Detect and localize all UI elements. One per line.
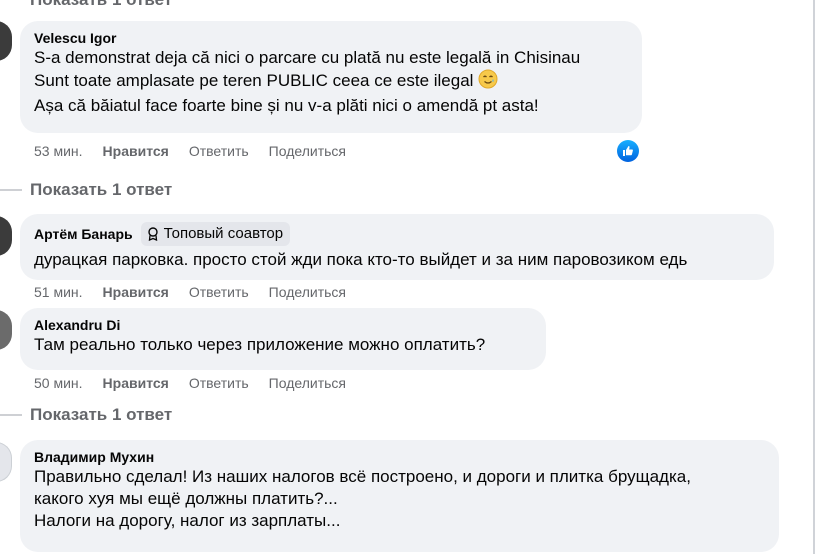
share-button[interactable]: Поделиться	[269, 284, 346, 300]
view-replies-row: Показать 1 ответ	[0, 405, 172, 425]
view-replies-link[interactable]: Показать 1 ответ	[30, 405, 172, 425]
comment-bubble: Alexandru Di Там реально только через пр…	[20, 308, 546, 370]
comment-author[interactable]: Velescu Igor	[34, 29, 628, 47]
avatar[interactable]	[0, 21, 12, 61]
comment-actions: 53 мин. Нравится Ответить Поделиться	[34, 143, 346, 159]
comment-actions: 50 мин. Нравится Ответить Поделиться	[34, 375, 346, 391]
scrollbar-thumb[interactable]	[813, 0, 815, 554]
comment-author[interactable]: Артём Банарь	[34, 225, 133, 243]
comment-time[interactable]: 53 мин.	[34, 143, 83, 159]
reply-button[interactable]: Ответить	[189, 375, 249, 391]
reply-button[interactable]: Ответить	[189, 284, 249, 300]
comment-bubble: Владимир Мухин Правильно сделал! Из наши…	[20, 440, 779, 552]
like-button[interactable]: Нравится	[103, 143, 169, 159]
comment-text-line: какого хуя мы ещё должны платить?...	[34, 489, 338, 508]
avatar[interactable]	[0, 216, 12, 256]
view-replies-link-partial[interactable]: Показать 1 ответ	[30, 0, 172, 10]
comment-text-line: S-a demonstrat deja că nici o parcare cu…	[34, 48, 581, 67]
like-reaction-icon[interactable]	[617, 140, 639, 162]
share-button[interactable]: Поделиться	[269, 375, 346, 391]
avatar[interactable]	[0, 442, 12, 482]
comment-text-line: Налоги на дорогу, налог из зарплаты...	[34, 511, 341, 530]
comment-author[interactable]: Alexandru Di	[34, 316, 532, 334]
avatar[interactable]	[0, 310, 12, 350]
comment-author[interactable]: Владимир Мухин	[34, 448, 765, 466]
comment-text-line: дурацкая парковка. просто стой жди пока …	[34, 250, 688, 269]
smiling-face-with-tear-icon	[478, 69, 498, 95]
reply-button[interactable]: Ответить	[189, 143, 249, 159]
thread-connector	[0, 414, 22, 416]
view-replies-row: Показать 1 ответ	[0, 180, 172, 200]
like-button[interactable]: Нравится	[103, 284, 169, 300]
comment-text-segment: Sunt toate amplasate pe teren PUBLIC cee…	[34, 71, 474, 90]
comment-actions: 51 мин. Нравится Ответить Поделиться	[34, 284, 346, 300]
comment-bubble: Velescu Igor S-a demonstrat deja că nici…	[20, 21, 642, 133]
share-button[interactable]: Поделиться	[269, 143, 346, 159]
comment-text-line: Așa că băiatul face foarte bine și nu v-…	[34, 96, 539, 115]
view-replies-link[interactable]: Показать 1 ответ	[30, 180, 172, 200]
comment-time[interactable]: 50 мин.	[34, 375, 83, 391]
comment-text-line: Там реально только через приложение можн…	[34, 335, 486, 354]
badge-icon	[147, 227, 159, 241]
comment-text-line: Sunt toate amplasate pe teren PUBLIC cee…	[34, 69, 628, 95]
like-button[interactable]: Нравится	[103, 375, 169, 391]
thread-connector	[0, 189, 22, 191]
comment-time[interactable]: 51 мин.	[34, 284, 83, 300]
comment-bubble: Артём Банарь Топовый соавтор дурацкая па…	[20, 214, 774, 280]
comment-author-row: Артём Банарь Топовый соавтор	[34, 222, 760, 246]
top-contributor-badge[interactable]: Топовый соавтор	[140, 222, 291, 246]
badge-label: Топовый соавтор	[163, 225, 284, 242]
comment-text-line: Правильно сделал! Из наших налогов всё п…	[34, 467, 691, 486]
